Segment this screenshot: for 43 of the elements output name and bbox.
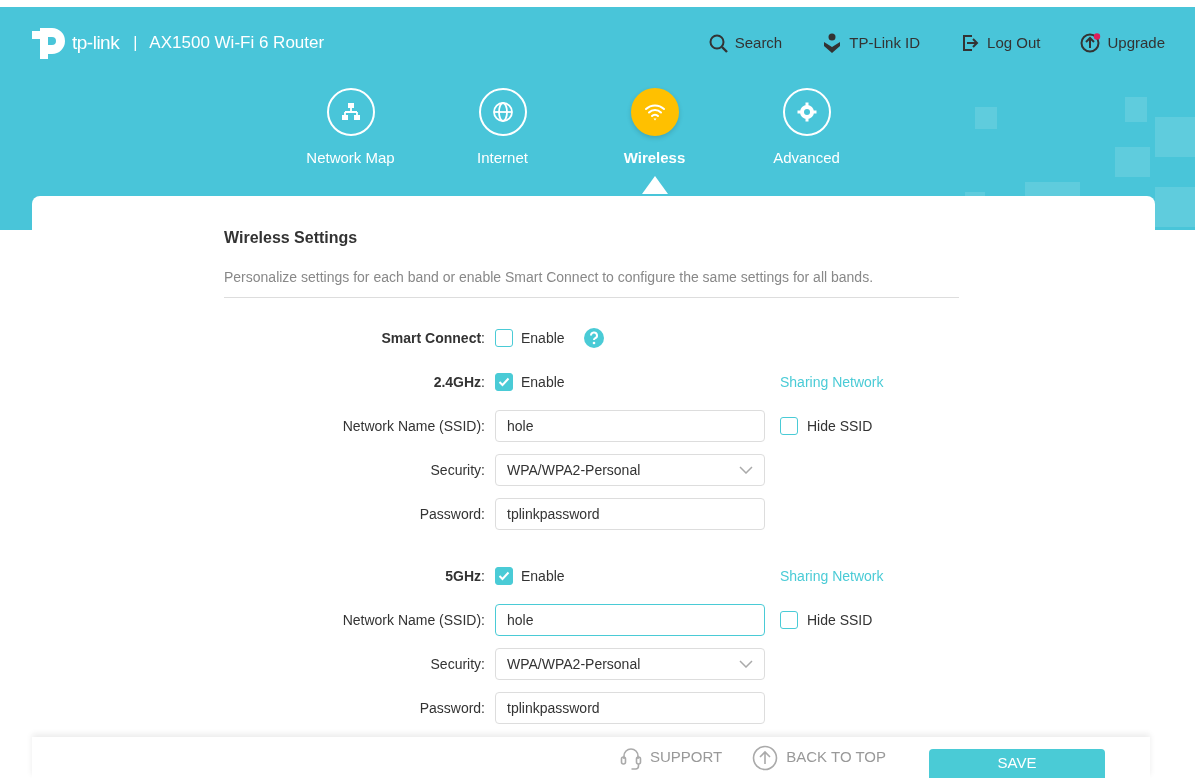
field-label: Network Name (SSID): <box>341 416 486 436</box>
field-label: Security: <box>429 460 486 480</box>
chevron-down-icon <box>739 466 753 474</box>
field-label: 2.4GHz: <box>432 372 486 392</box>
ssid-input[interactable]: hole <box>495 604 765 636</box>
checkbox[interactable] <box>780 417 798 435</box>
header-link[interactable]: Search <box>707 31 783 55</box>
field-label: Password: <box>418 504 486 524</box>
chevron-down-icon <box>739 660 753 668</box>
checkbox[interactable] <box>495 373 513 391</box>
section-description: Personalize settings for each band or enable Smart Connect to configure the same settings for all bands. <box>224 267 959 298</box>
field-label: Security: <box>429 654 486 674</box>
product-name: AX1500 Wi-Fi 6 Router <box>149 32 325 55</box>
header-link[interactable]: TP-Link ID <box>822 31 921 55</box>
checkmark-icon <box>498 377 510 387</box>
checkbox-label: Hide SSID <box>807 416 873 436</box>
search-icon <box>707 32 729 54</box>
logo-text: tp-link <box>72 30 120 55</box>
checkbox[interactable] <box>495 567 513 585</box>
header-separator: | <box>133 33 138 53</box>
password-input[interactable]: tplinkpassword <box>495 692 765 724</box>
checkbox-label: Enable <box>521 566 565 586</box>
headset-icon <box>620 745 642 770</box>
field-label: Network Name (SSID): <box>341 610 486 630</box>
ssid-input[interactable]: hole <box>495 410 765 442</box>
security-dropdown[interactable]: WPA/WPA2-Personal <box>495 648 765 680</box>
checkbox-label: Enable <box>521 372 565 392</box>
header-link[interactable]: Upgrade <box>1080 31 1165 55</box>
arrow-up-icon <box>752 744 779 771</box>
header-link[interactable]: Log Out <box>960 31 1041 55</box>
checkbox[interactable] <box>495 329 513 347</box>
security-dropdown[interactable]: WPA/WPA2-Personal <box>495 454 765 486</box>
section-title: Wireless Settings <box>224 228 359 248</box>
globe-icon <box>490 100 515 124</box>
field-label: 5GHz: <box>444 566 486 586</box>
checkbox[interactable] <box>780 611 798 629</box>
checkbox-label: Hide SSID <box>807 610 873 630</box>
checkmark-icon <box>498 571 510 581</box>
field-label: Password: <box>418 698 486 718</box>
field-label: Smart Connect: <box>380 328 486 348</box>
checkbox-label: Enable <box>521 328 565 348</box>
help-icon[interactable] <box>582 327 605 349</box>
password-input[interactable]: tplinkpassword <box>495 498 765 530</box>
